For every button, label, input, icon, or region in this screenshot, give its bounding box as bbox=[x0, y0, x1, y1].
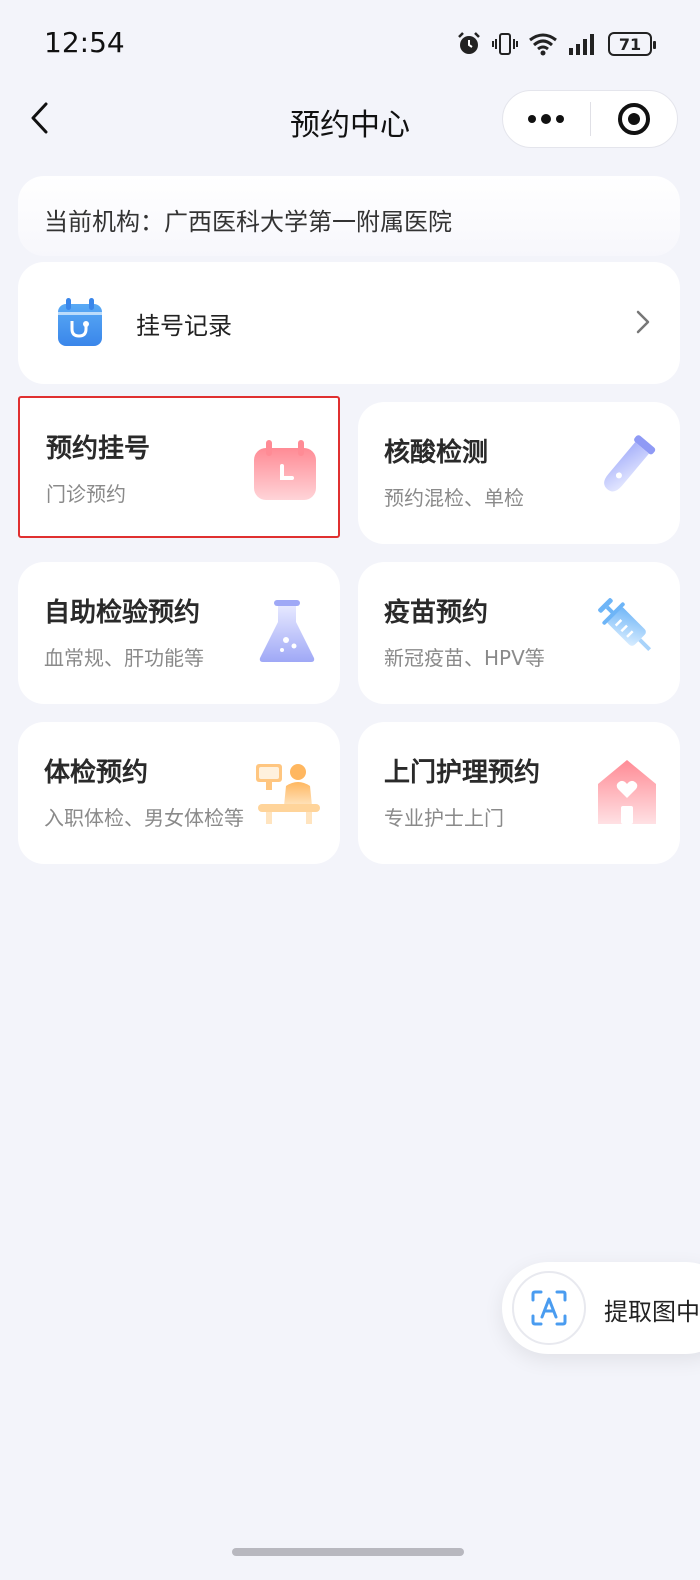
tile-home-nursing[interactable]: 上门护理预约 专业护士上门 bbox=[358, 722, 680, 864]
tile-subtitle: 血常规、肝功能等 bbox=[44, 646, 204, 670]
physical-exam-icon bbox=[252, 760, 324, 830]
chevron-left-icon bbox=[31, 102, 48, 134]
signal-icon bbox=[569, 34, 594, 55]
mini-program-capsule bbox=[502, 90, 678, 148]
status-icons: 71 bbox=[456, 28, 656, 60]
tile-subtitle: 新冠疫苗、HPV等 bbox=[384, 646, 545, 670]
registration-records-row[interactable]: 挂号记录 bbox=[18, 262, 680, 384]
close-program-button[interactable] bbox=[591, 91, 678, 147]
chevron-right-icon bbox=[636, 310, 650, 338]
institution-card: 当前机构：广西医科大学第一附属医院 bbox=[18, 176, 680, 256]
status-bar: 12:54 71 bbox=[0, 0, 700, 90]
tile-subtitle: 预约混检、单检 bbox=[384, 486, 524, 510]
syringe-icon bbox=[592, 592, 662, 666]
tile-title: 上门护理预约 bbox=[384, 758, 541, 788]
tile-title: 体检预约 bbox=[44, 758, 149, 788]
target-icon bbox=[617, 103, 650, 135]
nav-bar: 预约中心 bbox=[0, 86, 700, 152]
back-button[interactable] bbox=[20, 98, 60, 138]
more-button[interactable] bbox=[503, 91, 590, 147]
wifi-icon bbox=[529, 33, 557, 56]
tile-self-service-lab-test[interactable]: 自助检验预约 血常规、肝功能等 bbox=[18, 562, 340, 704]
battery-icon: 71 bbox=[608, 32, 656, 56]
tile-physical-exam[interactable]: 体检预约 入职体检、男女体检等 bbox=[18, 722, 340, 864]
calendar-icon bbox=[252, 438, 318, 506]
tile-nucleic-acid-test[interactable]: 核酸检测 预约混检、单检 bbox=[358, 402, 680, 544]
calendar-stethoscope-icon bbox=[54, 296, 106, 354]
alarm-icon bbox=[458, 32, 480, 54]
test-tube-icon bbox=[594, 432, 658, 506]
status-time: 12:54 bbox=[44, 26, 125, 59]
tile-vaccine-appointment[interactable]: 疫苗预约 新冠疫苗、HPV等 bbox=[358, 562, 680, 704]
tile-title: 预约挂号 bbox=[46, 434, 151, 464]
extract-text-label: 提取图中 bbox=[604, 1298, 700, 1326]
tile-title: 自助检验预约 bbox=[44, 598, 201, 628]
tile-subtitle: 入职体检、男女体检等 bbox=[44, 806, 244, 830]
flask-icon bbox=[256, 598, 318, 668]
tile-subtitle: 门诊预约 bbox=[46, 482, 126, 506]
vibrate-icon bbox=[492, 33, 518, 55]
more-dots-icon bbox=[528, 114, 565, 124]
tile-title: 疫苗预约 bbox=[384, 598, 489, 628]
text-scan-icon bbox=[512, 1271, 586, 1345]
tile-subtitle: 专业护士上门 bbox=[384, 806, 504, 830]
tile-title: 核酸检测 bbox=[384, 438, 489, 468]
home-indicator[interactable] bbox=[232, 1548, 464, 1556]
records-label: 挂号记录 bbox=[136, 312, 232, 340]
extract-text-button[interactable]: 提取图中 bbox=[502, 1262, 700, 1354]
tile-appointment-registration[interactable]: 预约挂号 门诊预约 bbox=[18, 396, 340, 538]
institution-text: 当前机构：广西医科大学第一附属医院 bbox=[44, 208, 452, 236]
home-care-icon bbox=[596, 758, 658, 830]
